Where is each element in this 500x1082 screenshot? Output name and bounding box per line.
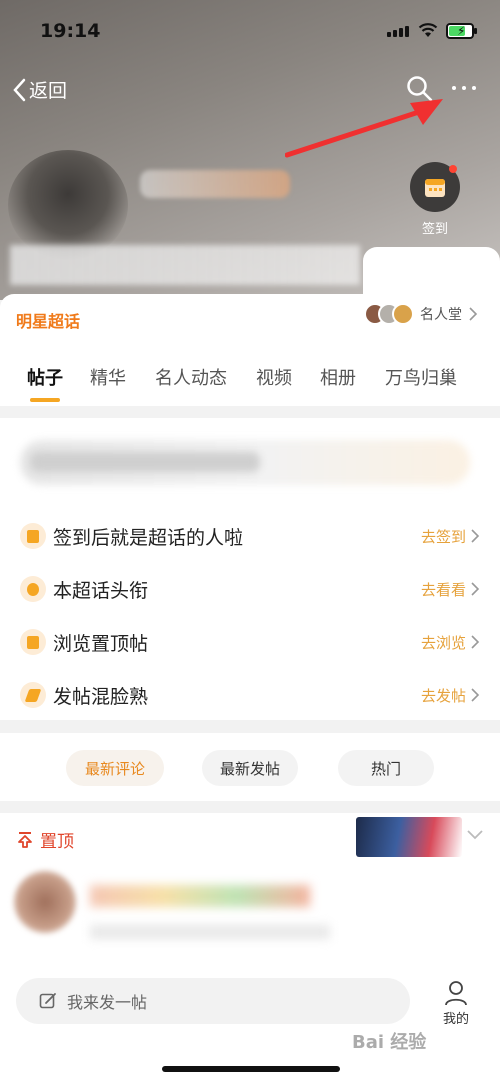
edit-icon bbox=[39, 993, 56, 1009]
document-icon bbox=[20, 629, 46, 655]
user-icon bbox=[445, 981, 467, 1006]
community-title: 明星超话 bbox=[16, 312, 81, 331]
community-card: 明星超话 名人堂 帖子 精华 名人动态 视频 相册 万鸟归巢 bbox=[0, 294, 500, 406]
tab-celebrity-updates[interactable]: 名人动态 bbox=[155, 364, 227, 390]
blurred-post-line bbox=[90, 925, 330, 939]
compose-post-input[interactable]: 我来发一帖 bbox=[16, 978, 410, 1024]
compose-placeholder: 我来发一帖 bbox=[67, 993, 148, 1012]
chevron-left-icon bbox=[13, 78, 26, 101]
task-list: 签到后就是超话的人啦 去签到 本超话头衔 去看看 浏览置顶帖 去浏览 发帖混脸熟… bbox=[0, 508, 500, 720]
more-options-icon[interactable] bbox=[452, 86, 476, 90]
task-action-label: 去签到 bbox=[420, 527, 466, 546]
chevron-right-icon bbox=[471, 529, 480, 543]
tab-posts[interactable]: 帖子 bbox=[27, 364, 63, 390]
task-post[interactable]: 发帖混脸熟 去发帖 bbox=[0, 669, 500, 721]
annotation-arrow-icon bbox=[285, 99, 443, 158]
chevron-right-icon bbox=[471, 582, 480, 596]
task-action-label: 去浏览 bbox=[420, 633, 466, 652]
task-checkin[interactable]: 签到后就是超话的人啦 去签到 bbox=[0, 510, 500, 562]
notification-dot bbox=[449, 165, 457, 173]
active-tab-indicator bbox=[30, 398, 60, 402]
status-bar: 19:14 ⚡ bbox=[0, 0, 500, 60]
home-indicator[interactable] bbox=[162, 1066, 340, 1072]
chevron-right-icon bbox=[469, 307, 478, 321]
pinned-thumbnail bbox=[356, 817, 462, 857]
tab-albums[interactable]: 相册 bbox=[320, 364, 356, 390]
calendar-icon bbox=[20, 523, 46, 549]
chevron-right-icon bbox=[471, 688, 480, 702]
tab-videos[interactable]: 视频 bbox=[256, 364, 292, 390]
hall-label: 名人堂 bbox=[420, 307, 462, 323]
tab-fan-nest[interactable]: 万鸟归巢 bbox=[385, 364, 457, 390]
sort-hot-button[interactable]: 热门 bbox=[338, 750, 434, 786]
task-label: 本超话头衔 bbox=[53, 579, 149, 602]
task-browse-pinned[interactable]: 浏览置顶帖 去浏览 bbox=[0, 616, 500, 668]
status-time: 19:14 bbox=[40, 20, 101, 42]
task-action-label: 去发帖 bbox=[420, 686, 466, 705]
pinned-label: 置顶 bbox=[40, 832, 74, 852]
profile-tab[interactable]: 我的 bbox=[436, 980, 476, 1027]
task-action[interactable]: 去签到 bbox=[421, 526, 480, 547]
blurred-avatar bbox=[8, 150, 128, 260]
watermark-logo: Bai 经验 bbox=[352, 1032, 427, 1053]
blurred-post-line bbox=[90, 885, 310, 907]
chevron-right-icon bbox=[471, 635, 480, 649]
checkin-button[interactable]: 签到 bbox=[408, 162, 462, 237]
checkin-circle bbox=[410, 162, 460, 212]
blurred-post-avatar bbox=[14, 871, 76, 933]
pinned-section[interactable]: 置顶 bbox=[0, 813, 500, 865]
sort-latest-comment-button[interactable]: 最新评论 bbox=[66, 750, 164, 786]
task-label: 签到后就是超话的人啦 bbox=[53, 526, 244, 549]
blurred-subtitle bbox=[10, 245, 360, 285]
task-action-label: 去看看 bbox=[420, 580, 466, 599]
sort-latest-post-button[interactable]: 最新发帖 bbox=[202, 750, 298, 786]
back-button[interactable]: 返回 bbox=[12, 76, 67, 103]
blurred-banner bbox=[0, 418, 500, 508]
pinned-label-group: 置顶 bbox=[16, 827, 74, 852]
task-action[interactable]: 去看看 bbox=[421, 579, 480, 600]
medal-icon bbox=[20, 576, 46, 602]
back-label: 返回 bbox=[29, 80, 68, 102]
avatar bbox=[392, 303, 414, 325]
hall-of-fame-link[interactable]: 名人堂 bbox=[364, 303, 480, 325]
profile-label: 我的 bbox=[442, 1012, 469, 1027]
pen-icon bbox=[20, 682, 46, 708]
chevron-down-icon[interactable] bbox=[466, 829, 484, 841]
blurred-post bbox=[0, 865, 500, 975]
task-action[interactable]: 去浏览 bbox=[421, 632, 480, 653]
cellular-signal-icon bbox=[387, 26, 409, 37]
wifi-icon bbox=[418, 23, 438, 37]
calendar-icon bbox=[425, 179, 445, 197]
pin-top-icon bbox=[18, 831, 32, 848]
checkin-label: 签到 bbox=[421, 222, 448, 237]
tab-featured[interactable]: 精华 bbox=[90, 364, 126, 390]
task-action[interactable]: 去发帖 bbox=[421, 685, 480, 706]
battery-icon: ⚡ bbox=[446, 23, 477, 39]
task-label: 发帖混脸熟 bbox=[53, 685, 149, 708]
blurred-name bbox=[140, 170, 290, 198]
task-title-rank[interactable]: 本超话头衔 去看看 bbox=[0, 563, 500, 615]
sort-options: 最新评论 最新发帖 热门 bbox=[0, 733, 500, 801]
task-label: 浏览置顶帖 bbox=[53, 632, 149, 655]
blurred-banner-text bbox=[30, 452, 260, 472]
